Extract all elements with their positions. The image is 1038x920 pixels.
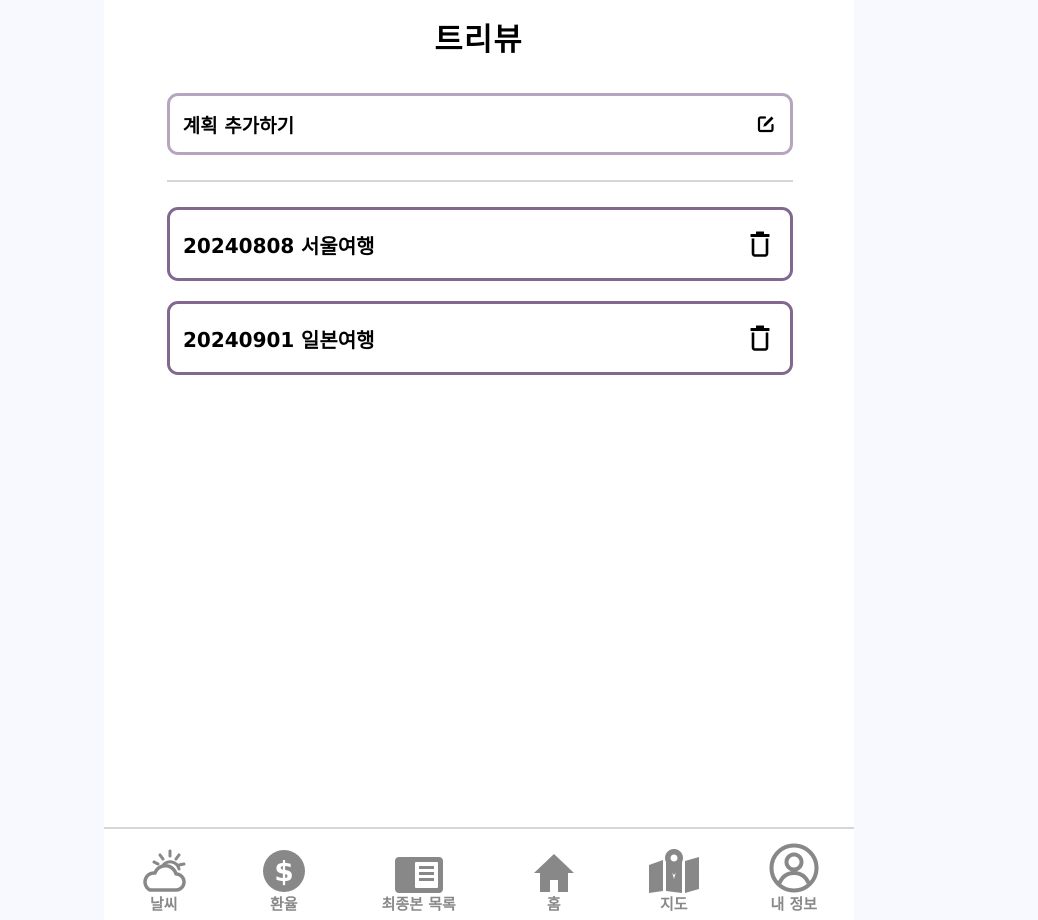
- plan-item[interactable]: 20240808 서울여행: [167, 207, 793, 281]
- edit-icon[interactable]: [756, 114, 776, 134]
- profile-icon: [769, 843, 819, 893]
- bottom-nav: 날씨 $ 환율 최종본 목록 홈 지도 내 정보: [104, 827, 854, 920]
- plan-label: 20240808 서울여행: [183, 233, 375, 258]
- add-plan-button[interactable]: 계획 추가하기: [167, 93, 793, 155]
- app-container: 트리뷰 계획 추가하기 20240808 서울여행 20240901 일본여행: [104, 0, 854, 920]
- nav-item-exchange[interactable]: $ 환율: [224, 845, 344, 914]
- nav-item-profile[interactable]: 내 정보: [734, 843, 854, 914]
- nav-label: 내 정보: [770, 895, 818, 913]
- page-title: 트리뷰: [434, 22, 524, 58]
- map-icon: [649, 845, 699, 893]
- home-icon: [533, 845, 575, 893]
- nav-label: 날씨: [150, 895, 178, 913]
- nav-label: 홈: [547, 895, 561, 913]
- nav-label: 최종본 목록: [381, 895, 457, 913]
- svg-text:$: $: [274, 855, 293, 888]
- dollar-icon: $: [262, 845, 306, 893]
- nav-item-final-list[interactable]: 최종본 목록: [359, 845, 479, 914]
- nav-item-map[interactable]: 지도: [614, 845, 734, 914]
- nav-item-home[interactable]: 홈: [494, 845, 614, 914]
- plan-item[interactable]: 20240901 일본여행: [167, 301, 793, 375]
- divider: [167, 180, 793, 182]
- weather-icon: [140, 845, 188, 893]
- nav-label: 지도: [660, 895, 688, 913]
- add-plan-label: 계획 추가하기: [183, 114, 295, 137]
- nav-label: 환율: [270, 895, 298, 913]
- plan-list: 20240808 서울여행 20240901 일본여행: [167, 207, 793, 395]
- trash-icon[interactable]: [749, 230, 771, 258]
- nav-item-weather[interactable]: 날씨: [104, 845, 224, 914]
- list-book-icon: [395, 845, 443, 893]
- plan-label: 20240901 일본여행: [183, 327, 375, 352]
- trash-icon[interactable]: [749, 324, 771, 352]
